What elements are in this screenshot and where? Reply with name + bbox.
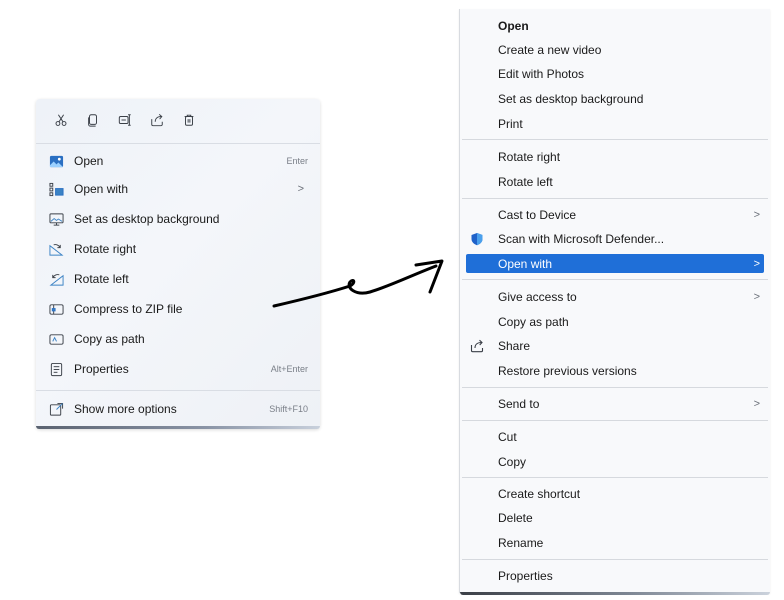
- classic-item-rename[interactable]: Rename: [460, 532, 770, 554]
- separator: [462, 477, 768, 478]
- menu-item-label: Set as desktop background: [74, 212, 220, 226]
- classic-item-rotate-left[interactable]: Rotate left: [460, 171, 770, 193]
- menu-item-label: Set as desktop background: [498, 92, 644, 106]
- chevron-right-icon: >: [753, 209, 760, 221]
- rotate-right-icon: [48, 241, 64, 257]
- share-button[interactable]: [146, 109, 168, 131]
- shortcut-text: Alt+Enter: [270, 364, 308, 374]
- open-with-icon: [48, 181, 64, 197]
- cut-button[interactable]: [50, 109, 72, 131]
- separator: [462, 198, 768, 199]
- separator: [462, 279, 768, 280]
- classic-item-open-with[interactable]: Open with >: [466, 254, 764, 273]
- menu-item-open-with[interactable]: Open with >: [40, 175, 316, 203]
- classic-item-copy[interactable]: Copy: [460, 451, 770, 473]
- separator: [462, 420, 768, 421]
- zip-icon: [48, 301, 64, 317]
- classic-item-send-to[interactable]: Send to >: [460, 393, 770, 415]
- menu-item-open[interactable]: Open Enter: [40, 147, 316, 175]
- classic-item-set-desktop-background[interactable]: Set as desktop background: [460, 88, 770, 110]
- rename-button[interactable]: [114, 109, 136, 131]
- classic-item-edit-with-photos[interactable]: Edit with Photos: [460, 63, 770, 85]
- menu-item-label: Properties: [498, 569, 553, 583]
- separator: [462, 559, 768, 560]
- rotate-left-icon: [48, 271, 64, 287]
- classic-item-scan-with-defender[interactable]: Scan with Microsoft Defender...: [460, 228, 770, 250]
- classic-item-copy-as-path[interactable]: Copy as path: [460, 311, 770, 333]
- chevron-right-icon: >: [297, 183, 304, 195]
- photo-icon: [48, 153, 64, 169]
- rename-icon: [118, 114, 131, 126]
- classic-item-cut[interactable]: Cut: [460, 426, 770, 448]
- classic-context-menu: Open Create a new video Edit with Photos…: [459, 9, 770, 595]
- menu-item-label: Copy: [498, 455, 527, 469]
- menu-item-label: Open: [74, 154, 104, 168]
- shortcut-text: Shift+F10: [269, 404, 308, 414]
- classic-item-print[interactable]: Print: [460, 113, 770, 135]
- copy-icon: [88, 114, 97, 127]
- separator: [36, 143, 320, 144]
- chevron-right-icon: >: [753, 398, 760, 410]
- shortcut-text: Enter: [286, 156, 308, 166]
- menu-item-label: Edit with Photos: [498, 67, 585, 81]
- share-icon: [470, 339, 484, 353]
- quick-actions-bar: [36, 107, 320, 133]
- menu-item-show-more-options[interactable]: Show more options Shift+F10: [40, 395, 316, 423]
- properties-icon: [48, 361, 64, 377]
- copy-path-icon: [48, 331, 64, 347]
- menu-item-label: Send to: [498, 397, 540, 411]
- classic-item-restore-previous-versions[interactable]: Restore previous versions: [460, 360, 770, 382]
- defender-shield-icon: [471, 233, 483, 246]
- menu-item-label: Scan with Microsoft Defender...: [498, 232, 665, 246]
- menu-item-label: Open with: [498, 256, 553, 271]
- menu-item-label: Show more options: [74, 402, 177, 416]
- menu-item-label: Properties: [74, 362, 129, 376]
- menu-item-label: Rotate left: [498, 175, 553, 189]
- menu-item-label: Restore previous versions: [498, 364, 637, 378]
- menu-item-label: Copy as path: [74, 332, 145, 346]
- chevron-right-icon: >: [753, 257, 760, 270]
- menu-item-label: Cast to Device: [498, 208, 577, 222]
- classic-item-delete[interactable]: Delete: [460, 507, 770, 529]
- menu-item-label: Give access to: [498, 290, 577, 304]
- separator: [36, 390, 320, 391]
- classic-item-cast-to-device[interactable]: Cast to Device >: [460, 204, 770, 226]
- cut-icon: [55, 114, 67, 126]
- classic-item-share[interactable]: Share: [460, 335, 770, 357]
- menu-item-label: Delete: [498, 511, 533, 525]
- classic-item-create-new-video[interactable]: Create a new video: [460, 39, 770, 61]
- classic-item-open[interactable]: Open: [460, 15, 770, 37]
- menu-item-label: Open with: [74, 182, 129, 196]
- menu-item-label: Share: [498, 339, 531, 353]
- chevron-right-icon: >: [753, 291, 760, 303]
- share-icon: [151, 113, 163, 127]
- delete-button[interactable]: [178, 109, 200, 131]
- separator: [462, 387, 768, 388]
- classic-item-rotate-right[interactable]: Rotate right: [460, 146, 770, 168]
- menu-item-label: Copy as path: [498, 315, 569, 329]
- menu-item-label: Open: [498, 19, 529, 33]
- menu-item-label: Rotate right: [498, 150, 561, 164]
- desktop-icon: [48, 211, 64, 227]
- delete-icon: [184, 114, 194, 126]
- menu-item-label: Print: [498, 117, 523, 131]
- menu-item-properties[interactable]: Properties Alt+Enter: [40, 355, 316, 383]
- menu-item-label: Create shortcut: [498, 487, 581, 501]
- menu-item-label: Create a new video: [498, 43, 602, 57]
- menu-item-label: Rename: [498, 536, 544, 550]
- separator: [462, 139, 768, 140]
- menu-item-label: Cut: [498, 430, 517, 444]
- classic-item-create-shortcut[interactable]: Create shortcut: [460, 483, 770, 505]
- classic-item-properties[interactable]: Properties: [460, 565, 770, 587]
- menu-item-copy-as-path[interactable]: Copy as path: [40, 325, 316, 353]
- more-options-icon: [48, 401, 64, 417]
- copy-button[interactable]: [82, 109, 104, 131]
- classic-item-give-access-to[interactable]: Give access to >: [460, 286, 770, 308]
- hand-drawn-arrow-icon: [272, 259, 444, 308]
- menu-item-set-desktop-background[interactable]: Set as desktop background: [40, 205, 316, 233]
